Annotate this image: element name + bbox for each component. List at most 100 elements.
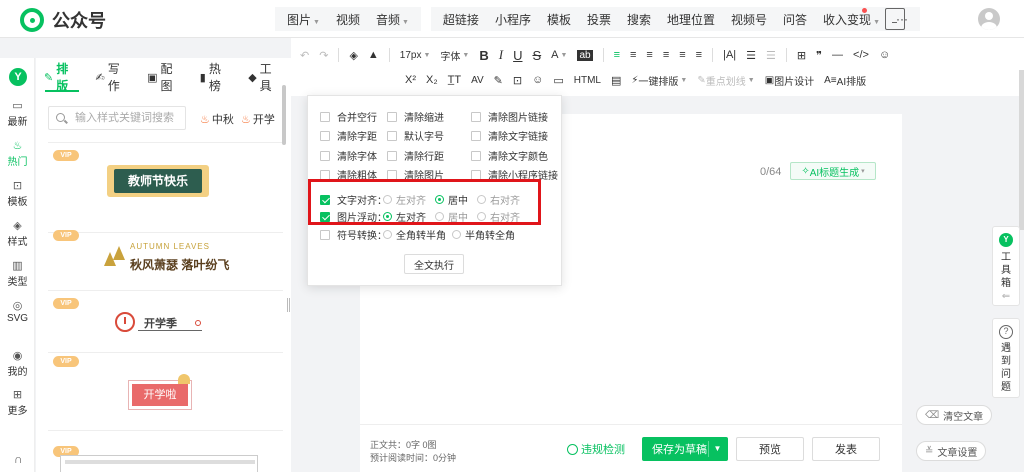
panel-scrollbar[interactable] — [282, 85, 286, 145]
rail-item-more[interactable]: ⊞ 更多 — [0, 389, 35, 417]
strikethrough-button[interactable]: S — [532, 48, 541, 63]
html-icon[interactable]: HTML — [574, 75, 601, 86]
checkbox-merge-blank-lines[interactable]: 合并空行 — [320, 109, 377, 124]
publish-button[interactable]: 发表 — [812, 437, 880, 461]
divider-icon[interactable]: — — [832, 49, 843, 61]
template-card-partial[interactable] — [60, 455, 258, 472]
quote-icon[interactable]: ❞ — [816, 49, 822, 62]
checkbox-clear-font[interactable]: 清除字体 — [320, 148, 377, 163]
tab-writing[interactable]: ✍ 写作 — [88, 62, 140, 93]
bold-button[interactable]: B — [479, 48, 488, 63]
template-card-autumn[interactable]: 秋风萧瑟 落叶纷飞 — [130, 256, 229, 273]
menu-vote[interactable]: 投票 — [579, 11, 619, 28]
code-icon[interactable]: </> — [853, 49, 869, 61]
menu-qa[interactable]: 问答 — [775, 11, 815, 28]
ai-layout-button[interactable]: A≡ AI排版 — [824, 73, 866, 88]
document-icon[interactable] — [885, 8, 905, 30]
rail-item-template[interactable]: ⊡ 模板 — [0, 180, 35, 208]
align-left-icon[interactable]: ≡ — [614, 49, 620, 61]
checkbox-clear-text-color[interactable]: 清除文字颜色 — [471, 148, 548, 163]
app-logo[interactable]: 公众号 — [20, 7, 106, 33]
char-spacing-icon[interactable]: AV — [471, 75, 484, 86]
one-click-layout-button[interactable]: ⚡ 一键排版 ▼ — [631, 73, 687, 88]
template-card-school-button[interactable]: 开学啦 — [128, 380, 192, 410]
subscript-icon[interactable]: X₂ — [426, 74, 438, 86]
superscript-icon[interactable]: X² — [405, 74, 416, 86]
layout-preset-icon[interactable]: ▤ — [611, 74, 621, 87]
align-justify-icon[interactable]: ≡ — [663, 49, 669, 61]
emoji-icon[interactable]: ☺ — [879, 49, 890, 61]
rail-item-type[interactable]: ▥ 类型 — [0, 260, 35, 288]
magic-wand-icon[interactable]: ✎ — [494, 74, 503, 87]
rail-item-latest[interactable]: ▭ 最新 — [0, 100, 35, 128]
tag-midautumn[interactable]: ♨ 中秋 — [200, 111, 234, 127]
letter-spacing-icon[interactable]: |A| — [723, 49, 736, 61]
ordered-list-icon[interactable]: ☰ — [766, 49, 776, 62]
xiumi-logo-icon[interactable]: Y — [9, 68, 27, 86]
menu-miniprogram[interactable]: 小程序 — [487, 11, 539, 28]
menu-hyperlink[interactable]: 超链接 — [435, 11, 487, 28]
image-insert-icon[interactable]: ⊡ — [513, 74, 522, 87]
radio-full-to-half[interactable]: 全角转半角 — [383, 227, 446, 242]
avatar[interactable] — [978, 8, 1000, 30]
key-underline-button[interactable]: ✎ 重点划线 ▼ — [697, 73, 754, 88]
help-button[interactable]: ? 遇到问题 — [992, 318, 1020, 398]
menu-audio[interactable]: 音频 ▼ — [368, 11, 417, 28]
image-design-button[interactable]: ▣ 图片设计 — [765, 73, 814, 88]
table-icon[interactable]: ⊞ — [797, 49, 806, 62]
template-card-school[interactable]: 开学季 — [144, 315, 177, 331]
rail-item-style[interactable]: ◈ 样式 — [0, 220, 35, 248]
checkbox-default-font-size[interactable]: 默认字号 — [387, 128, 444, 143]
ai-title-button[interactable]: ✧ AI标题生成 ▾ — [790, 162, 876, 180]
text-style-icon[interactable]: T̲T — [448, 74, 461, 86]
menu-monetize[interactable]: 收入变现 ▼ — [815, 11, 888, 28]
menu-search[interactable]: 搜索 — [619, 11, 659, 28]
font-size-select[interactable]: 17px ▼ — [400, 50, 431, 61]
radio-half-to-full[interactable]: 半角转全角 — [452, 227, 515, 242]
tab-trending[interactable]: ▮ 热榜 — [192, 62, 240, 93]
rail-item-hot[interactable]: ♨ 热门 — [0, 140, 35, 168]
clear-article-button[interactable]: ⌫ 清空文章 — [916, 405, 993, 425]
font-color-button[interactable]: A ▼ — [551, 49, 567, 61]
undo-icon[interactable]: ↶ — [300, 49, 309, 62]
page-scrollbar[interactable] — [1019, 70, 1024, 230]
checkbox-symbol-convert[interactable]: 符号转换： — [320, 227, 387, 242]
align-right-icon[interactable]: ≡ — [646, 49, 652, 61]
menu-template[interactable]: 模板 — [539, 11, 579, 28]
format-brush-icon[interactable]: ◈ — [349, 49, 357, 62]
tab-layout[interactable]: ✎ 排版 — [36, 62, 88, 93]
template-card-teacher[interactable]: 教师节快乐 — [107, 165, 209, 197]
unordered-list-icon[interactable]: ☰ — [746, 49, 756, 62]
align-center-icon[interactable]: ≡ — [630, 49, 636, 61]
style-search-input[interactable] — [48, 106, 186, 130]
checkbox-clear-text-links[interactable]: 清除文字链接 — [471, 128, 548, 143]
headset-icon[interactable]: ∩ — [14, 452, 23, 466]
italic-button[interactable]: I — [499, 47, 503, 63]
rail-item-svg[interactable]: ◎ SVG — [0, 300, 35, 324]
clear-format-icon[interactable]: ▲ — [368, 49, 379, 61]
menu-channels[interactable]: 视频号 — [723, 11, 775, 28]
tag-school[interactable]: ♨ 开学 — [241, 111, 275, 127]
indent-icon[interactable]: ≡ — [696, 49, 702, 61]
highlight-color-button[interactable]: ab — [577, 49, 593, 61]
redo-icon[interactable]: ↷ — [319, 49, 328, 62]
checkbox-clear-image-links[interactable]: 清除图片链接 — [471, 109, 548, 124]
panel-collapse-handle[interactable] — [286, 298, 291, 312]
run-all-button[interactable]: 全文执行 — [404, 254, 464, 274]
tab-images[interactable]: ▣ 配图 — [139, 62, 192, 93]
compliance-check-button[interactable]: 违规检测 — [567, 441, 625, 457]
rail-item-mine[interactable]: ◉ 我的 — [0, 350, 35, 378]
checkbox-clear-spacing[interactable]: 清除字距 — [320, 128, 377, 143]
chevron-down-icon[interactable]: ▼ — [708, 441, 726, 457]
menu-image[interactable]: 图片 ▼ — [279, 11, 328, 28]
menu-video[interactable]: 视频 — [328, 11, 368, 28]
line-height-icon[interactable]: ≡ — [679, 49, 685, 61]
emoji-insert-icon[interactable]: ☺ — [532, 74, 543, 86]
checkbox-clear-indent[interactable]: 清除缩进 — [387, 109, 444, 124]
toolbox-button[interactable]: Y 工具箱 ⇐ — [992, 226, 1020, 306]
checkbox-clear-line-height[interactable]: 清除行距 — [387, 148, 444, 163]
underline-button[interactable]: U — [513, 48, 522, 63]
preview-button[interactable]: 预览 — [736, 437, 804, 461]
textbox-icon[interactable]: ▭ — [553, 74, 563, 87]
font-family-select[interactable]: 字体 ▼ — [440, 48, 469, 63]
